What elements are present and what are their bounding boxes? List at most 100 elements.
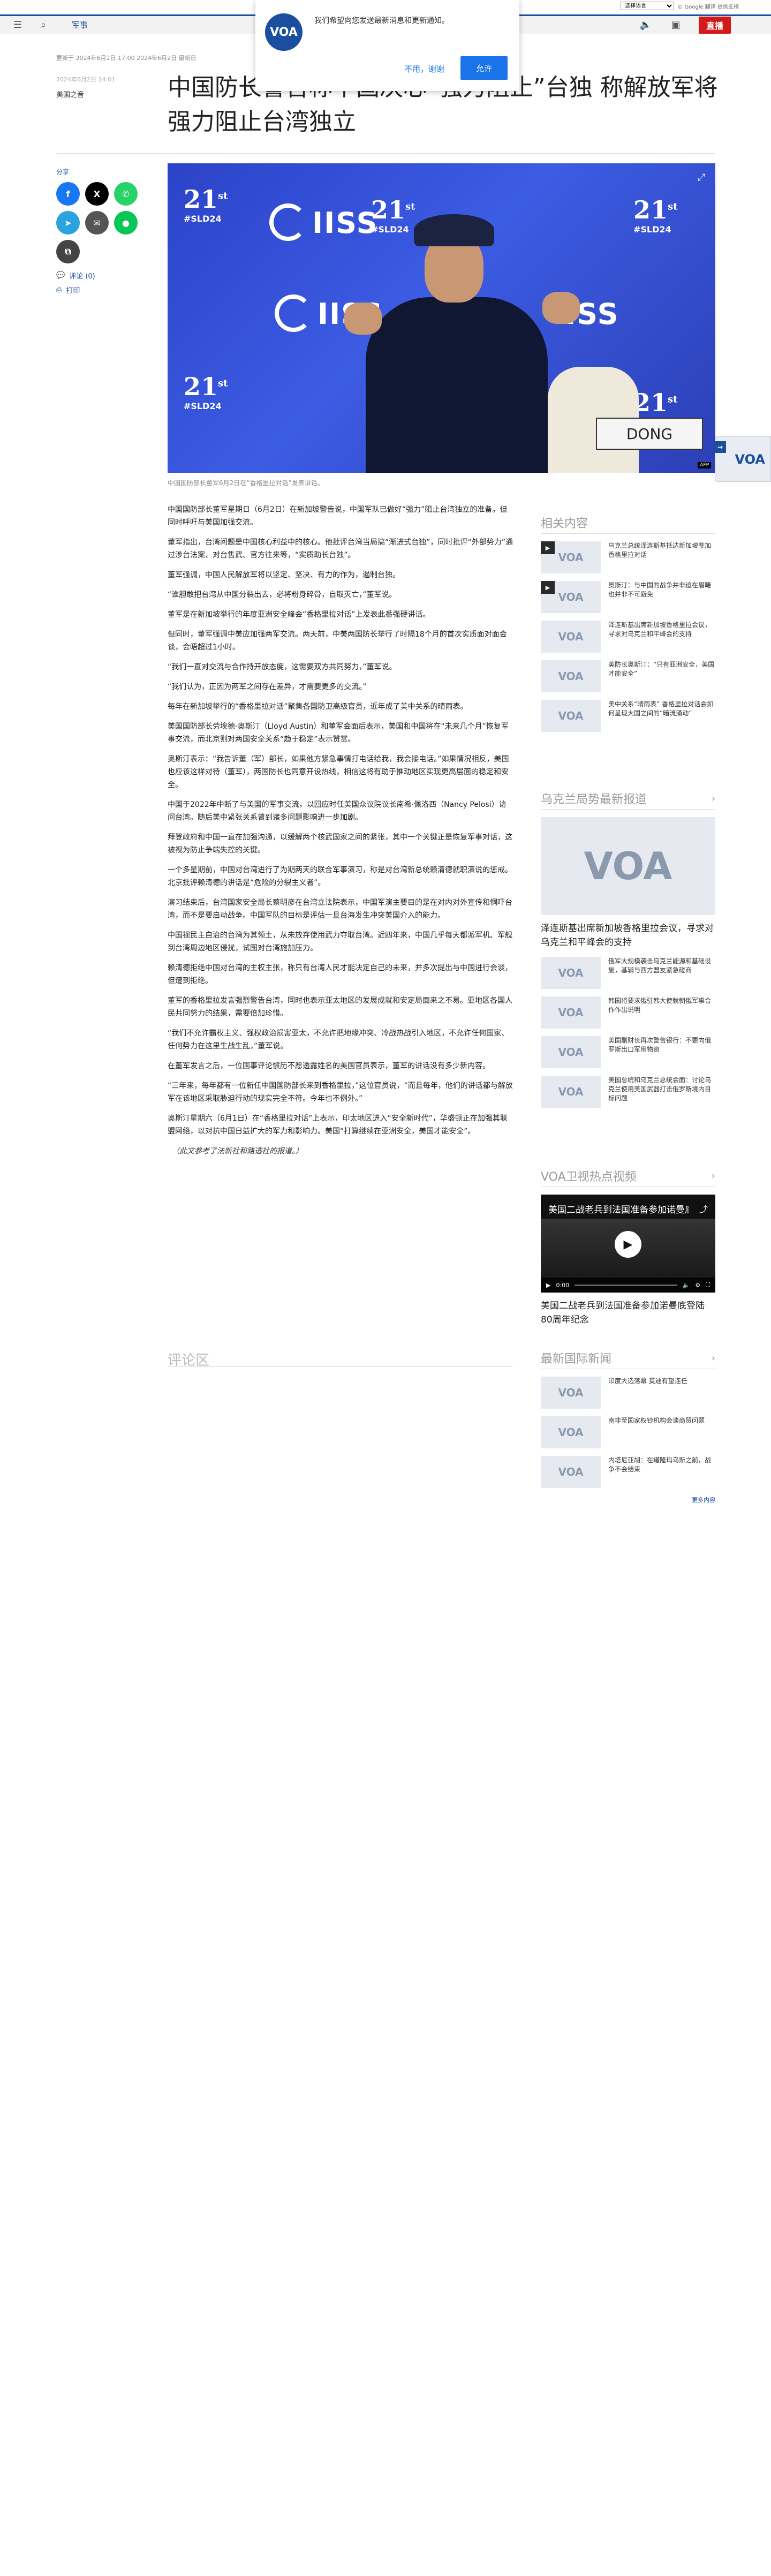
article-paragraph: 但同时，董军强调中美应加强两军交流。两天前，中美两国防长举行了时隔18个月的首次… bbox=[168, 630, 507, 652]
list-item-title[interactable]: 美国总统和乌克兰总统会面：讨论乌克兰使用美国武器打击俄罗斯境内目标问题 bbox=[608, 1076, 715, 1103]
ukraine-lead-caption[interactable]: 泽连斯基出席新加坡香格里拉会议，寻求对乌克兰和平峰会的支持 bbox=[541, 921, 715, 949]
list-item[interactable]: VOA 印度大选落幕 莫迪有望连任 bbox=[541, 1377, 715, 1409]
video-time: 0:00 bbox=[556, 1281, 570, 1289]
share-icon[interactable]: ⤴ bbox=[699, 1202, 708, 1215]
fullscreen-icon[interactable]: ⛶ bbox=[706, 1281, 710, 1289]
share-buttons: f X ✆ ➤ ✉ ● ⧉ bbox=[56, 182, 142, 263]
audio-icon[interactable]: 🔈 bbox=[639, 18, 653, 32]
copy-link-icon[interactable]: ⧉ bbox=[56, 240, 80, 263]
translate-bar: 选择语言 © Google 翻译 提供支持 bbox=[621, 0, 739, 12]
volume-icon[interactable]: 🔈 bbox=[683, 1282, 690, 1289]
line-icon[interactable]: ● bbox=[114, 211, 138, 235]
decline-button[interactable]: 不用，谢谢 bbox=[404, 63, 444, 74]
thumbnail[interactable]: VOA bbox=[541, 1036, 601, 1068]
video-section-title[interactable]: VOA卫视热点视频 › bbox=[541, 1167, 715, 1187]
list-item[interactable]: VOA 美国总统和乌克兰总统会面：讨论乌克兰使用美国武器打击俄罗斯境内目标问题 bbox=[541, 1076, 715, 1108]
article-paragraph: 美国国防部长劳埃德·奥斯汀（Lloyd Austin）和董军会面后表示，美国和中… bbox=[168, 722, 509, 744]
thumbnail[interactable]: VOA bbox=[541, 621, 601, 653]
thumbnail[interactable]: VOA bbox=[541, 660, 601, 692]
list-item-title[interactable]: 泽连斯基出席新加坡香格里拉会议，寻求对乌克兰和平峰会的支持 bbox=[608, 621, 715, 639]
list-item-title[interactable]: 俄军大规模袭击乌克兰能源和基础设施，基辅与西方盟友紧急磋商 bbox=[608, 957, 715, 975]
notification-text: 我们希望向您发送最新消息和更新通知。 bbox=[314, 17, 449, 25]
thumbnail[interactable]: VOA bbox=[541, 1416, 601, 1448]
list-item[interactable]: VOA 韩国将要求俄驻韩大使就朝俄军事合作作出说明 bbox=[541, 996, 715, 1029]
list-item[interactable]: VOA 美中关系“晴雨表” 香格里拉对话会如何呈现大国之间的“暗流涌动” bbox=[541, 700, 715, 732]
expand-icon[interactable]: ⤢ bbox=[695, 171, 708, 184]
list-item-title[interactable]: 南非至国家权钞机构会谈商贸问题 bbox=[608, 1416, 705, 1425]
article-paragraph: 中国视民主自治的台湾为其领土，从未放弃使用武力夺取台湾。近四年来，中国几乎每天都… bbox=[168, 931, 512, 953]
list-item-title[interactable]: 韩国将要求俄驻韩大使就朝俄军事合作作出说明 bbox=[608, 996, 715, 1015]
list-item-title[interactable]: 乌克兰总统泽连斯基抵达新加坡参加香格里拉对话 bbox=[608, 541, 715, 560]
comments-link[interactable]: 💬 评论 (0) bbox=[56, 270, 95, 281]
thumbnail[interactable]: VOA ▶ bbox=[541, 541, 601, 573]
settings-icon[interactable]: ⚙ bbox=[695, 1282, 700, 1289]
menu-icon[interactable]: ☰ bbox=[11, 18, 25, 32]
list-item-title[interactable]: 印度大选落幕 莫迪有望连任 bbox=[608, 1377, 687, 1386]
voa-logo: VOA bbox=[265, 13, 303, 51]
list-item[interactable]: VOA 南非至国家权钞机构会谈商贸问题 bbox=[541, 1416, 715, 1448]
email-icon[interactable]: ✉ bbox=[85, 211, 109, 235]
intl-title-text: 最新国际新闻 bbox=[541, 1353, 612, 1366]
ukraine-title[interactable]: 乌克兰局势最新报道 › bbox=[541, 790, 715, 810]
video-progress[interactable] bbox=[575, 1284, 677, 1286]
article-body: 中国国防部长董军星期日（6月2日）在新加坡警告说，中国军队已做好“强力”阻止台湾… bbox=[168, 503, 513, 1165]
section-link[interactable]: 军事 bbox=[62, 19, 88, 31]
list-item-title[interactable]: 奥斯汀：与中国的战争并非迫在眉睫也并非不可避免 bbox=[608, 581, 715, 599]
x-twitter-icon[interactable]: X bbox=[85, 182, 109, 206]
allow-button[interactable]: 允许 bbox=[460, 56, 508, 80]
thumbnail[interactable]: VOA bbox=[541, 700, 601, 732]
facebook-icon[interactable]: f bbox=[56, 182, 80, 206]
google-translate-credit[interactable]: © Google 翻译 提供支持 bbox=[677, 2, 739, 10]
list-item-title[interactable]: 美防长奥斯汀：“只有亚洲安全，美国才能安全” bbox=[608, 660, 715, 678]
floating-widget[interactable]: → VOA bbox=[714, 436, 771, 482]
list-item-title[interactable]: 美中关系“晴雨表” 香格里拉对话会如何呈现大国之间的“暗流涌动” bbox=[608, 700, 715, 718]
play-button[interactable]: ▶ bbox=[615, 1231, 641, 1258]
hero-image: 21st #SLD24 21st #SLD24 21st #SLD24 21st #SL… bbox=[168, 163, 715, 473]
article-paragraph: 董军的香格里拉发言强烈警告台湾，同时也表示亚太地区的发展成就和安定局面来之不易。… bbox=[168, 996, 512, 1018]
article-paragraph: 奥斯汀星期六（6月1日）在“香格里拉对话”上表示，印太地区进入“安全新时代”，华… bbox=[168, 1114, 508, 1136]
ukraine-lead-image[interactable]: VOA bbox=[541, 817, 715, 915]
article-paragraph: （此文参考了法新社和路透社的报道。） bbox=[172, 1147, 303, 1155]
related-list: VOA ▶ 乌克兰总统泽连斯基抵达新加坡参加香格里拉对话 VOA ▶ 奥斯汀：与中国的战争… bbox=[541, 541, 715, 732]
video-caption[interactable]: 美国二战老兵到法国准备参加诺曼底登陆80周年纪念 bbox=[541, 1299, 715, 1327]
article-paragraph: “谁胆敢把台湾从中国分裂出去，必将粉身碎骨，自取灭亡，”董军说。 bbox=[168, 591, 397, 599]
list-item-title[interactable]: 美国副财长再次警告银行：不要向俄罗斯出口军用物资 bbox=[608, 1036, 715, 1054]
video-controls: ▶ 0:00 🔈 ⚙ ⛶ bbox=[541, 1278, 715, 1293]
list-item-title[interactable]: 内塔尼亚胡：在罐隆玛乌斯之前，战争不会结束 bbox=[608, 1456, 715, 1474]
print-link[interactable]: ⎙ 打印 bbox=[56, 285, 80, 295]
list-item[interactable]: VOA 美国副财长再次警告银行：不要向俄罗斯出口军用物资 bbox=[541, 1036, 715, 1068]
thumbnail[interactable]: VOA ▶ bbox=[541, 581, 601, 613]
language-select[interactable]: 选择语言 bbox=[621, 2, 675, 10]
ukraine-list: VOA 俄军大规模袭击乌克兰能源和基础设施，基辅与西方盟友紧急磋商 VOA 韩国将要求… bbox=[541, 957, 715, 1108]
list-item[interactable]: VOA ▶ 乌克兰总统泽连斯基抵达新加坡参加香格里拉对话 bbox=[541, 541, 715, 573]
telegram-icon[interactable]: ➤ bbox=[56, 211, 80, 235]
live-button[interactable]: 直播 bbox=[698, 16, 731, 34]
thumbnail[interactable]: VOA bbox=[541, 1456, 601, 1488]
backdrop-logo: 21st#SLD24 bbox=[184, 185, 228, 224]
video-camera-icon[interactable]: ▣ bbox=[669, 18, 683, 32]
article-paragraph: 一个多星期前，中国对台湾进行了为期两天的联合军事演习，称是对台湾新总统赖清德就职… bbox=[168, 866, 512, 887]
intl-title[interactable]: 最新国际新闻 › bbox=[541, 1349, 715, 1369]
list-item[interactable]: VOA 泽连斯基出席新加坡香格里拉会议，寻求对乌克兰和平峰会的支持 bbox=[541, 621, 715, 653]
list-item[interactable]: VOA 俄军大规模袭击乌克兰能源和基础设施，基辅与西方盟友紧急磋商 bbox=[541, 957, 715, 989]
article-paragraph: “我们不允许霸权主义、强权政治损害亚太，不允许把地缘冲突、冷战热战引入地区，不允… bbox=[168, 1029, 509, 1051]
thumbnail[interactable]: VOA bbox=[541, 1076, 601, 1108]
related-title-text: 相关内容 bbox=[541, 517, 588, 531]
whatsapp-icon[interactable]: ✆ bbox=[114, 182, 138, 206]
article-paragraph: “我们一直对交流与合作持开放态度，这需要双方共同努力，”董军说。 bbox=[168, 663, 397, 671]
arrow-right-icon[interactable]: → bbox=[714, 441, 726, 453]
nameplate: DONG bbox=[596, 418, 703, 450]
list-item[interactable]: VOA 美防长奥斯汀：“只有亚洲安全，美国才能安全” bbox=[541, 660, 715, 692]
thumbnail[interactable]: VOA bbox=[541, 996, 601, 1029]
video-player[interactable]: 美国二战老兵到法国准备参加诺曼底登陆80周年纪念 ⤴ ▶ ▶ 0:00 🔈 ⚙ … bbox=[541, 1195, 715, 1293]
list-item[interactable]: VOA ▶ 奥斯汀：与中国的战争并非迫在眉睫也并非不可避免 bbox=[541, 581, 715, 613]
thumbnail[interactable]: VOA bbox=[541, 1377, 601, 1409]
search-icon[interactable]: ⌕ bbox=[36, 18, 50, 32]
play-icon[interactable]: ▶ bbox=[546, 1282, 550, 1289]
list-item[interactable]: VOA 内塔尼亚胡：在罐隆玛乌斯之前，战争不会结束 bbox=[541, 1456, 715, 1488]
related-title: 相关内容 bbox=[541, 514, 715, 534]
thumbnail[interactable]: VOA bbox=[541, 957, 601, 989]
article-paragraph: 董军指出，台湾问题是中国核心利益中的核心。他批评台湾当局搞“渐进式台独”，同时批… bbox=[168, 538, 513, 560]
more-link[interactable]: 更多内容 bbox=[541, 1495, 715, 1504]
author[interactable]: 美国之音 bbox=[56, 89, 84, 99]
